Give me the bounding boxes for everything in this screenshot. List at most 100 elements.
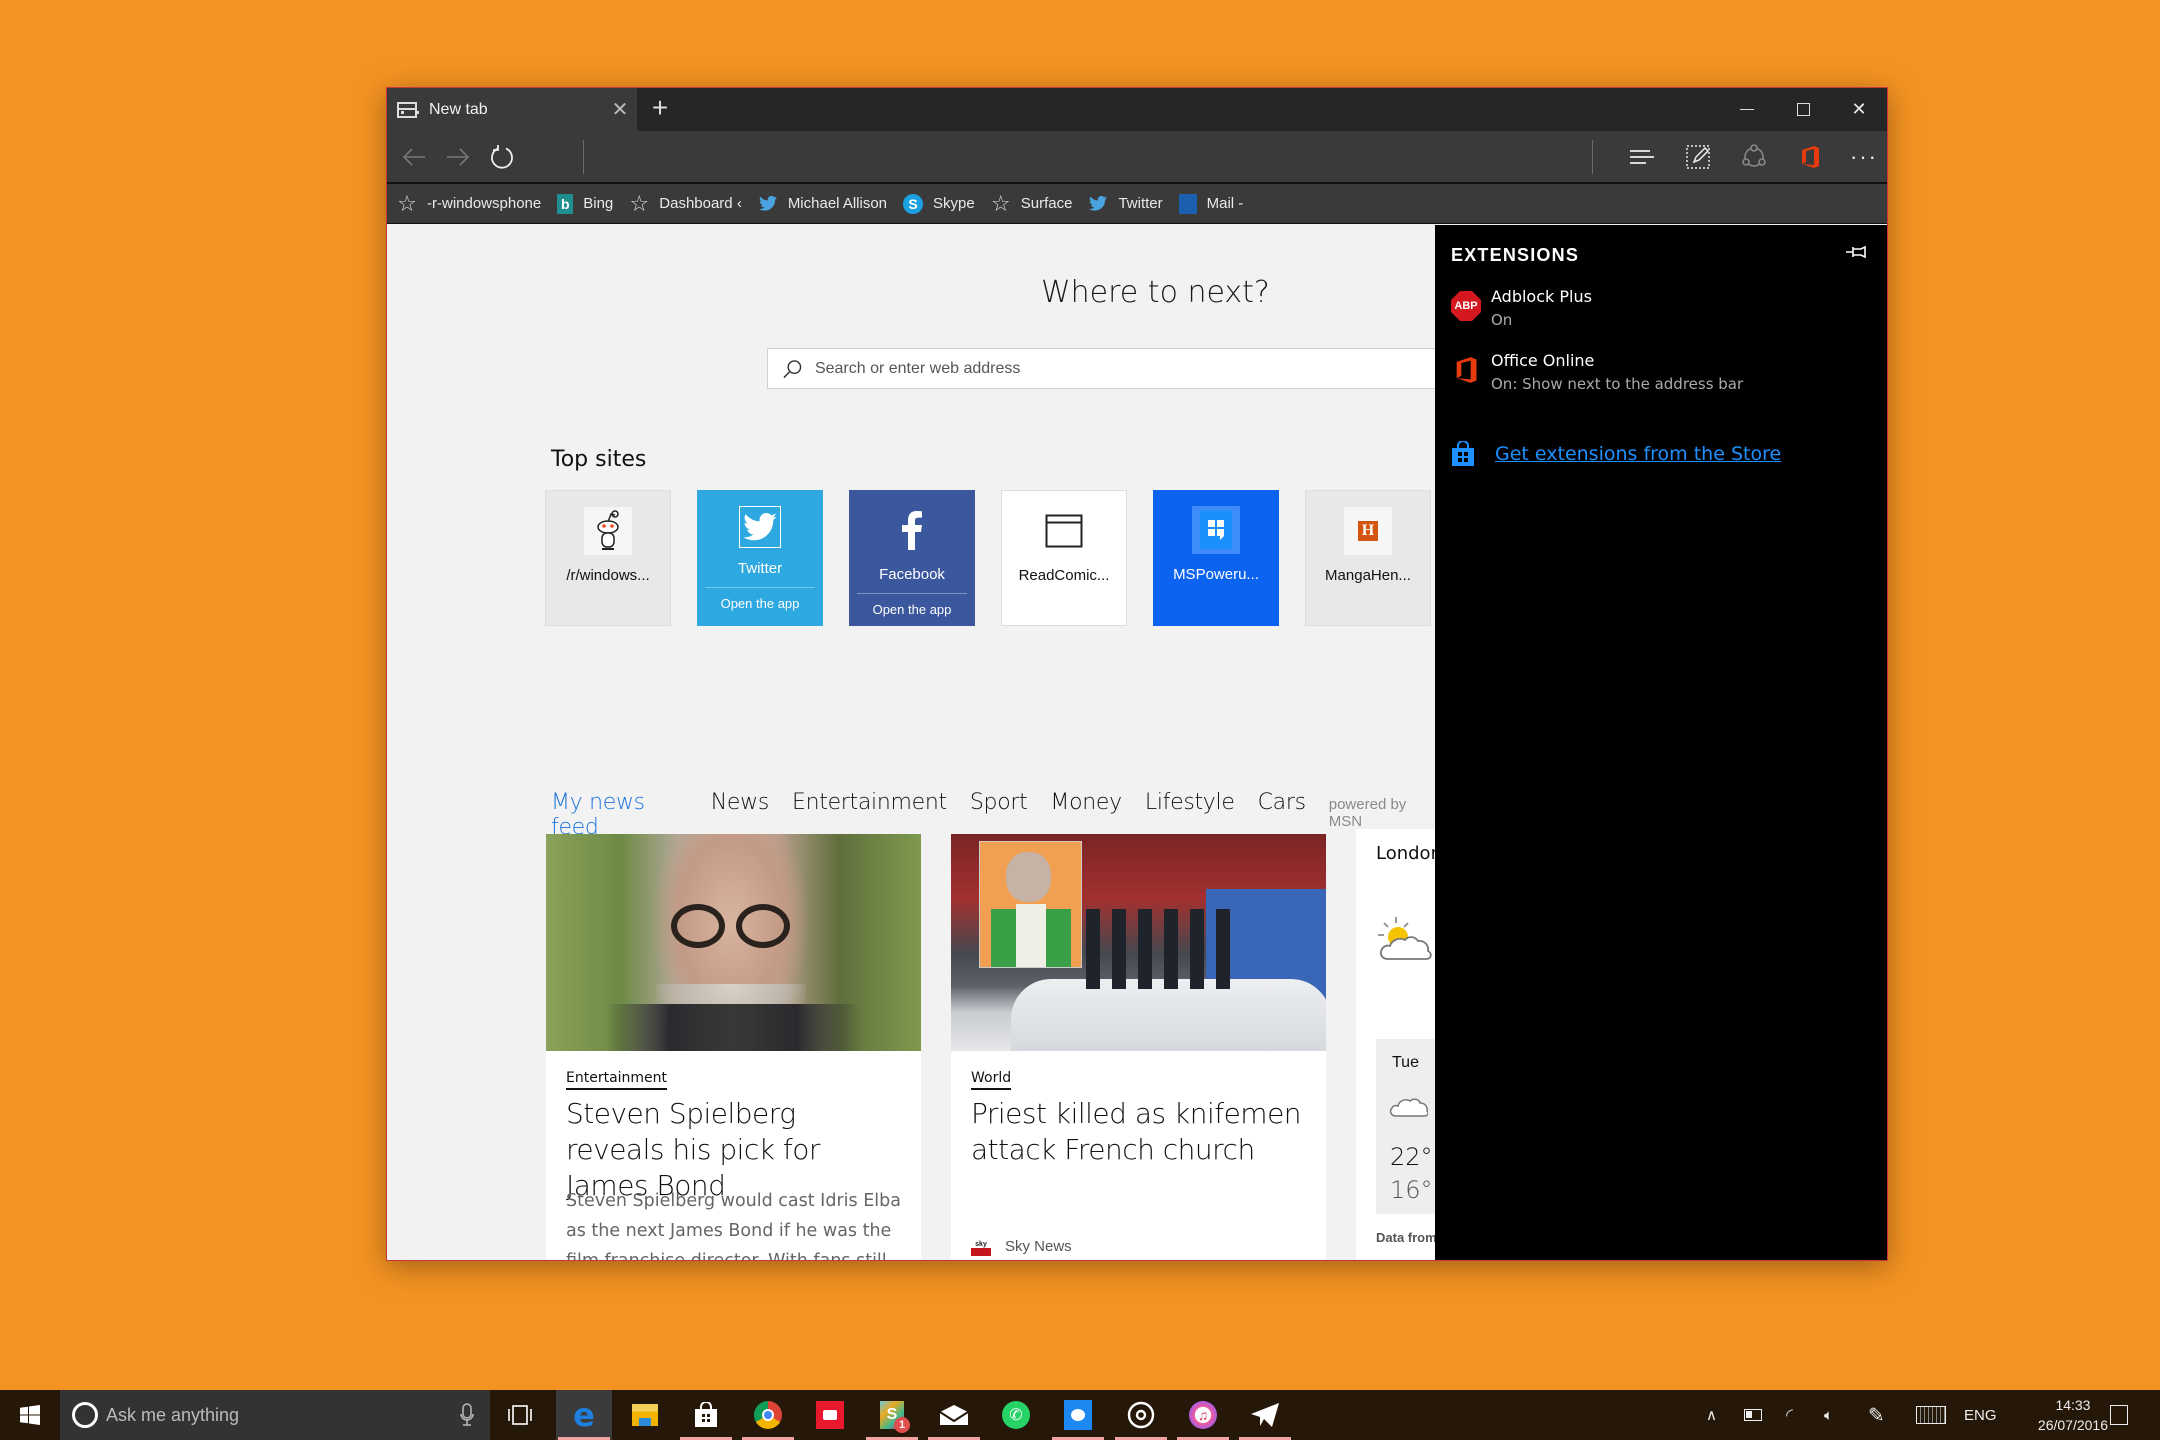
start-button[interactable]	[0, 1390, 60, 1440]
navigation-toolbar: ···	[387, 131, 1887, 184]
extension-status: On: Show next to the address bar	[1491, 375, 1744, 393]
tab-entertainment[interactable]: Entertainment	[792, 790, 947, 815]
tab-cars[interactable]: Cars	[1258, 790, 1306, 815]
top-site-twitter[interactable]: Twitter Open the app	[697, 490, 823, 626]
top-site-label: MSPoweru...	[1173, 566, 1259, 583]
article-headline[interactable]: Priest killed as knifemen attack French …	[971, 1096, 1306, 1168]
article-category[interactable]: Entertainment	[566, 1070, 668, 1090]
search-icon	[783, 359, 802, 378]
hub-button[interactable]	[1617, 137, 1667, 177]
taskbar-app-groove[interactable]	[1113, 1390, 1169, 1440]
maximize-button[interactable]	[1775, 88, 1831, 131]
star-icon: ☆	[990, 190, 1011, 216]
web-note-icon	[1686, 145, 1710, 169]
battery-indicator[interactable]	[1744, 1390, 1762, 1440]
favorite-bing[interactable]: b Bing	[557, 193, 613, 214]
refresh-button[interactable]	[477, 137, 527, 177]
top-site-facebook[interactable]: Facebook Open the app	[849, 490, 975, 626]
new-tab-button[interactable]: +	[645, 92, 675, 124]
powered-by-msn: powered by MSN	[1328, 796, 1407, 830]
pin-panel-button[interactable]	[1845, 245, 1867, 264]
open-app-link[interactable]: Open the app	[721, 596, 800, 611]
tab-news[interactable]: News	[711, 790, 770, 815]
favorite-michael-allison[interactable]: Michael Allison	[758, 194, 887, 214]
weather-data-source: Data from	[1376, 1230, 1435, 1245]
microphone-icon[interactable]	[460, 1403, 474, 1427]
close-window-button[interactable]: ✕	[1831, 88, 1887, 131]
top-site-label: Facebook	[879, 566, 945, 583]
search-box[interactable]	[767, 348, 1435, 389]
tab-my-news-feed[interactable]: My news feed	[551, 790, 688, 840]
news-card-priest[interactable]: World Priest killed as knifemen attack F…	[951, 834, 1326, 1260]
top-site-label: Twitter	[737, 560, 783, 577]
task-view-button[interactable]	[494, 1390, 546, 1440]
weather-widget[interactable]: London Tue 22° 16° Data from	[1356, 829, 1435, 1260]
store-link-text[interactable]: Get extensions from the Store	[1495, 443, 1781, 465]
favorite-label: Skype	[933, 195, 975, 212]
favorite-dashboard[interactable]: ☆ Dashboard ‹	[629, 191, 741, 216]
top-site-mangahen[interactable]: H MangaHen...	[1305, 490, 1431, 626]
taskbar-app-itunes[interactable]: ♫	[1175, 1390, 1231, 1440]
extension-office-online[interactable]: Office Online On: Show next to the addre…	[1451, 351, 1743, 393]
open-app-link[interactable]: Open the app	[873, 602, 952, 617]
taskbar-app-mail[interactable]	[926, 1390, 982, 1440]
favorite-label: Mail -	[1206, 195, 1244, 212]
touch-keyboard-button[interactable]	[1916, 1390, 1946, 1440]
extensions-title: EXTENSIONS	[1451, 245, 1580, 265]
show-hidden-icons[interactable]: ∧	[1706, 1390, 1717, 1440]
taskbar-app-file-explorer[interactable]	[617, 1390, 673, 1440]
taskbar-app-edge[interactable]: e	[556, 1390, 612, 1440]
task-view-icon	[508, 1405, 532, 1425]
tab-sport[interactable]: Sport	[970, 790, 1028, 815]
news-card-spielberg[interactable]: Entertainment Steven Spielberg reveals h…	[546, 834, 921, 1260]
forecast-high: 22°	[1390, 1143, 1433, 1171]
maximize-icon	[1796, 103, 1810, 116]
article-category[interactable]: World	[971, 1070, 1012, 1090]
taskbar-app-messaging[interactable]	[802, 1390, 858, 1440]
taskbar-app-messenger[interactable]	[1050, 1390, 1106, 1440]
pen-workspace-button[interactable]: ✎	[1868, 1390, 1885, 1440]
office-online-button[interactable]	[1785, 137, 1835, 177]
favorite-mail[interactable]: Mail -	[1178, 193, 1244, 214]
chrome-icon	[754, 1401, 782, 1429]
search-input[interactable]	[814, 359, 1435, 378]
minimize-button[interactable]	[1719, 88, 1775, 131]
share-button[interactable]	[1729, 137, 1779, 177]
favorite-twitter[interactable]: Twitter	[1088, 194, 1163, 214]
article-source[interactable]: sky Sky News	[971, 1236, 1072, 1256]
taskbar-app-whatsapp[interactable]: ✆	[988, 1390, 1044, 1440]
top-site-mspoweruser[interactable]: MSPoweru...	[1153, 490, 1279, 626]
pin-icon	[1846, 245, 1866, 259]
volume-indicator[interactable]: 🔈︎	[1824, 1390, 1833, 1440]
tab-lifestyle[interactable]: Lifestyle	[1145, 790, 1235, 815]
taskbar-app-slack[interactable]: S1	[864, 1390, 920, 1440]
cortana-search-box[interactable]: Ask me anything	[60, 1390, 490, 1440]
extension-adblock-plus[interactable]: ABP Adblock Plus On	[1451, 287, 1592, 329]
tab-money[interactable]: Money	[1050, 790, 1122, 815]
taskbar-app-store[interactable]	[678, 1390, 734, 1440]
action-center-button[interactable]	[2110, 1390, 2128, 1440]
top-site-reddit[interactable]: /r/windows...	[545, 490, 671, 626]
taskbar-app-telegram[interactable]	[1237, 1390, 1293, 1440]
favorite-skype[interactable]: S Skype	[903, 193, 975, 214]
close-tab-icon[interactable]: ✕	[603, 97, 637, 122]
top-site-readcomic[interactable]: ReadComic...	[1001, 490, 1127, 626]
favorite-surface[interactable]: ☆ Surface	[990, 190, 1073, 216]
input-language[interactable]: ENG	[1964, 1390, 1997, 1440]
new-tab-page: Where to next? Top sites /r/windows... T…	[387, 225, 1435, 1260]
forward-button[interactable]	[433, 137, 483, 177]
facebook-icon	[888, 506, 936, 554]
extension-name: Adblock Plus	[1491, 287, 1592, 306]
web-note-button[interactable]	[1673, 137, 1723, 177]
clock[interactable]: 14:33 26/07/2016	[2038, 1395, 2108, 1435]
tab-new-tab[interactable]: New tab ✕	[387, 88, 637, 131]
more-button[interactable]: ···	[1839, 137, 1887, 177]
wifi-indicator[interactable]: ◜	[1786, 1390, 1793, 1440]
mail-icon	[939, 1405, 969, 1425]
get-extensions-link[interactable]: Get extensions from the Store	[1451, 441, 1781, 467]
store-icon	[1452, 441, 1474, 466]
minimize-icon	[1740, 109, 1754, 110]
favorite-r-windowsphone[interactable]: ☆ -r-windowsphone	[397, 191, 541, 216]
taskbar-app-chrome[interactable]	[740, 1390, 796, 1440]
back-button[interactable]	[389, 137, 439, 177]
